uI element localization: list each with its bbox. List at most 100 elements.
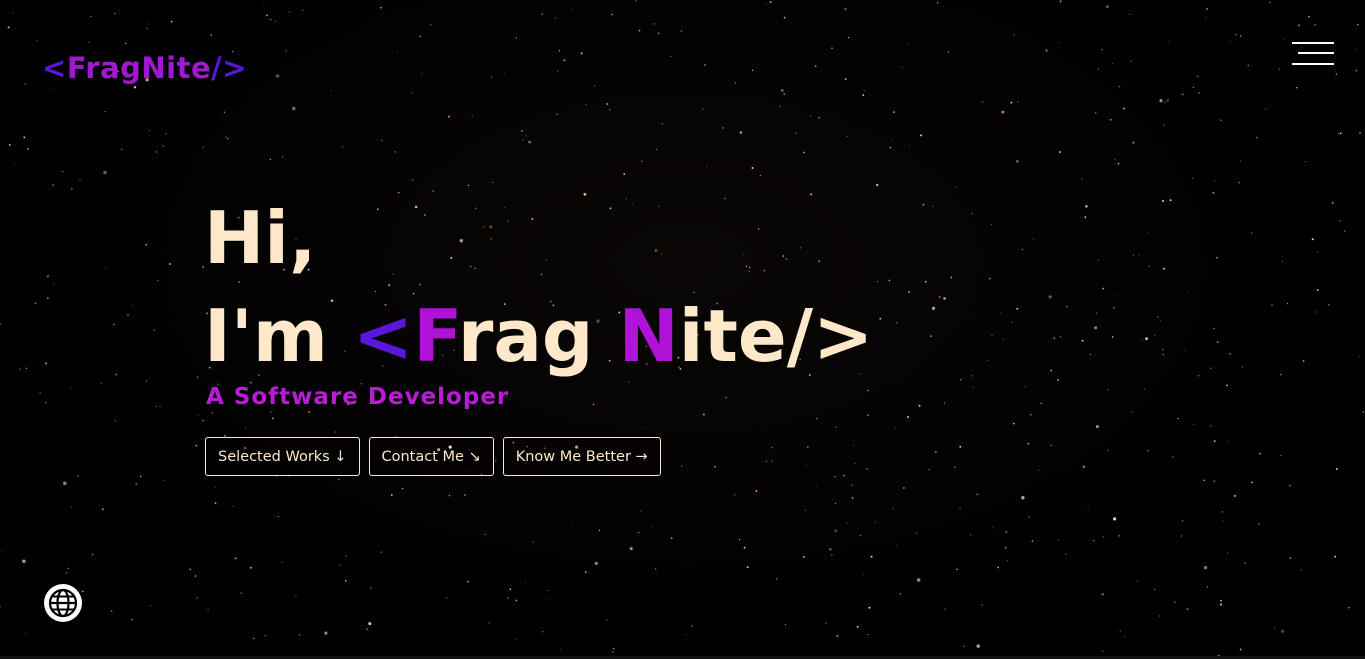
hero-name-open-bracket: < (352, 294, 414, 378)
star (944, 608, 946, 610)
star (1102, 287, 1105, 290)
star (269, 158, 272, 161)
star (1123, 107, 1125, 110)
hamburger-icon[interactable] (1290, 40, 1334, 68)
star (159, 405, 161, 407)
star (924, 280, 927, 283)
star (903, 487, 905, 489)
star (850, 484, 853, 486)
hero-name-first-rest: rag (457, 294, 619, 378)
star (867, 414, 870, 417)
star (802, 555, 805, 559)
star (398, 191, 400, 194)
star (330, 90, 332, 92)
star (153, 329, 156, 332)
star (1280, 629, 1285, 633)
star (218, 503, 220, 505)
star (851, 497, 854, 499)
globe-icon[interactable] (43, 583, 83, 623)
star (274, 20, 277, 23)
star (163, 479, 165, 482)
star (253, 637, 255, 640)
star (1317, 251, 1319, 253)
star (1358, 355, 1361, 358)
star (1210, 425, 1212, 427)
star (931, 306, 936, 310)
star (1237, 181, 1241, 184)
star (298, 634, 301, 636)
star (19, 368, 21, 370)
star (981, 100, 984, 103)
star (818, 116, 820, 119)
star (308, 411, 311, 413)
logo-open-bracket: < (42, 51, 67, 85)
star (1087, 506, 1089, 508)
star (1032, 238, 1035, 240)
star (448, 494, 451, 497)
star (638, 29, 641, 32)
star (863, 90, 866, 92)
star (831, 554, 833, 556)
star (1274, 627, 1276, 629)
star (36, 39, 38, 42)
star (525, 135, 527, 137)
star (612, 651, 614, 653)
star (918, 404, 921, 407)
star (227, 138, 229, 140)
star (655, 568, 657, 570)
star (196, 597, 199, 599)
star (70, 506, 73, 508)
star (1101, 48, 1103, 51)
know-me-better-button[interactable]: Know Me Better → (502, 437, 661, 476)
star (338, 478, 340, 481)
star (223, 111, 225, 113)
star (972, 386, 975, 388)
star (170, 20, 173, 23)
star (1281, 260, 1284, 263)
star (895, 544, 898, 547)
star (1154, 334, 1156, 336)
star (1028, 516, 1031, 519)
star (778, 105, 781, 107)
star (1180, 535, 1183, 537)
star (670, 55, 672, 57)
star (265, 617, 267, 619)
star (810, 193, 813, 196)
star (1296, 87, 1298, 89)
star (891, 139, 893, 141)
star (650, 525, 652, 528)
star (906, 43, 908, 45)
star (1107, 449, 1110, 452)
star (270, 411, 272, 413)
star (1004, 546, 1007, 549)
star (960, 379, 962, 381)
star (1271, 304, 1273, 306)
star (0, 323, 2, 325)
star (488, 622, 490, 624)
star (1289, 556, 1292, 559)
menu-line-middle (1298, 52, 1334, 54)
star (556, 113, 558, 115)
star (1314, 311, 1317, 313)
star (277, 516, 279, 518)
star (608, 108, 611, 111)
star (932, 205, 934, 207)
star (1085, 205, 1088, 208)
star (681, 465, 683, 467)
star (521, 129, 523, 132)
star (1219, 603, 1222, 606)
star (445, 597, 448, 599)
hero-section: Hi, I'm <Frag Nite/> A Software Develope… (204, 196, 873, 410)
star (210, 34, 212, 36)
star (541, 13, 544, 16)
star (0, 606, 1, 608)
star (815, 485, 817, 487)
selected-works-button[interactable]: Selected Works ↓ (205, 437, 360, 476)
star (207, 609, 209, 611)
star (1057, 539, 1060, 542)
star (524, 581, 527, 583)
site-logo[interactable]: <FragNite/> (42, 50, 247, 86)
hero-name-second-cap: N (618, 294, 679, 378)
contact-me-button[interactable]: Contact Me ↘ (368, 437, 494, 476)
star (1163, 267, 1165, 270)
